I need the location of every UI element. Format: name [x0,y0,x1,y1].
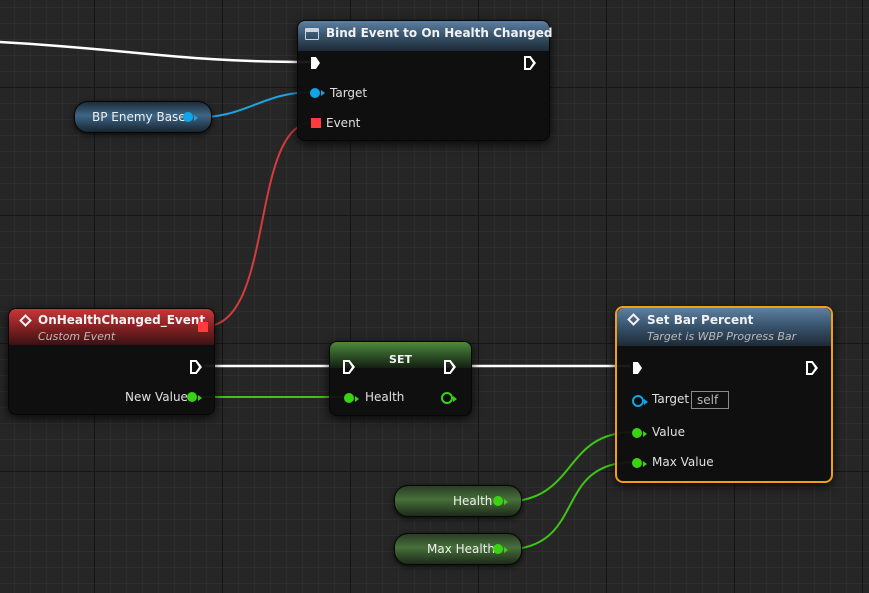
target-pin-arrow [644,399,648,405]
bind-event-node[interactable]: Bind Event to On Health Changed Target E… [297,20,553,141]
bp-enemy-pin-arrow [194,115,198,121]
max-health-variable[interactable]: Max Health [394,533,522,565]
target-pin[interactable] [632,395,644,407]
set-node[interactable]: SET Health [329,341,472,416]
custom-event-header: OnHealthChanged_Event Custom Event [9,309,214,345]
target-pin-arrow [321,90,325,96]
max-health-variable-label: Max Health [427,542,496,556]
bp-enemy-base-label: BP Enemy Base [92,110,186,124]
custom-event-title: OnHealthChanged_Event [38,313,206,327]
new-value-pin[interactable] [187,392,197,402]
delegate-wire [209,121,315,327]
health-in-pin[interactable] [344,393,354,403]
exec-in-pin[interactable] [311,57,320,69]
exec-in-pin[interactable] [633,362,642,374]
health-variable[interactable]: Health [394,485,522,517]
target-label: Target [652,392,690,406]
max-value-pin-arrow [643,461,647,467]
event-label: Event [326,116,361,130]
event-delegate-pin[interactable] [311,118,321,128]
target-pin[interactable] [310,88,320,98]
health-out-pin[interactable] [441,392,453,404]
health-label: Health [365,390,405,404]
max-value-label: Max Value [652,455,714,469]
new-value-label: New Value [125,390,188,404]
bind-event-header: Bind Event to On Health Changed [298,21,553,51]
custom-event-subtitle: Custom Event [38,330,116,343]
max-health-variable-pin-arrow [504,547,508,553]
max-value-pin[interactable] [632,458,642,468]
bp-enemy-base-out-pin[interactable] [183,112,193,122]
delegate-out-pin[interactable] [198,322,208,332]
health-variable-out-pin[interactable] [493,496,503,506]
max-health-variable-out-pin[interactable] [493,544,503,554]
exec-wire-incoming [0,40,313,64]
set-bar-percent-title: Set Bar Percent [647,313,754,327]
set-bar-percent-header: Set Bar Percent Target is WBP Progress B… [617,308,831,346]
health-in-arrow [355,396,359,402]
function-icon [305,28,319,40]
health-variable-pin-arrow [504,499,508,505]
function-diamond-icon [627,313,640,326]
exec-out-pin[interactable] [524,56,536,70]
set-bar-percent-subtitle: Target is WBP Progress Bar [647,330,797,343]
bind-event-title: Bind Event to On Health Changed [326,26,553,40]
set-bar-percent-node[interactable]: Set Bar Percent Target is WBP Progress B… [615,306,833,483]
exec-out-pin[interactable] [190,360,202,374]
target-label: Target [330,86,368,100]
event-diamond-icon [19,314,32,327]
new-value-pin-arrow [198,395,202,401]
health-variable-label: Health [453,494,493,508]
value-pin[interactable] [632,428,642,438]
exec-out-pin[interactable] [806,361,818,375]
health-out-arrow [453,396,457,402]
set-title: SET [389,353,412,366]
bp-enemy-base-variable[interactable]: BP Enemy Base [74,101,212,133]
target-self-field[interactable]: self [691,391,729,409]
custom-event-node[interactable]: OnHealthChanged_Event Custom Event New V… [8,308,215,415]
value-label: Value [652,425,685,439]
value-pin-arrow [643,431,647,437]
